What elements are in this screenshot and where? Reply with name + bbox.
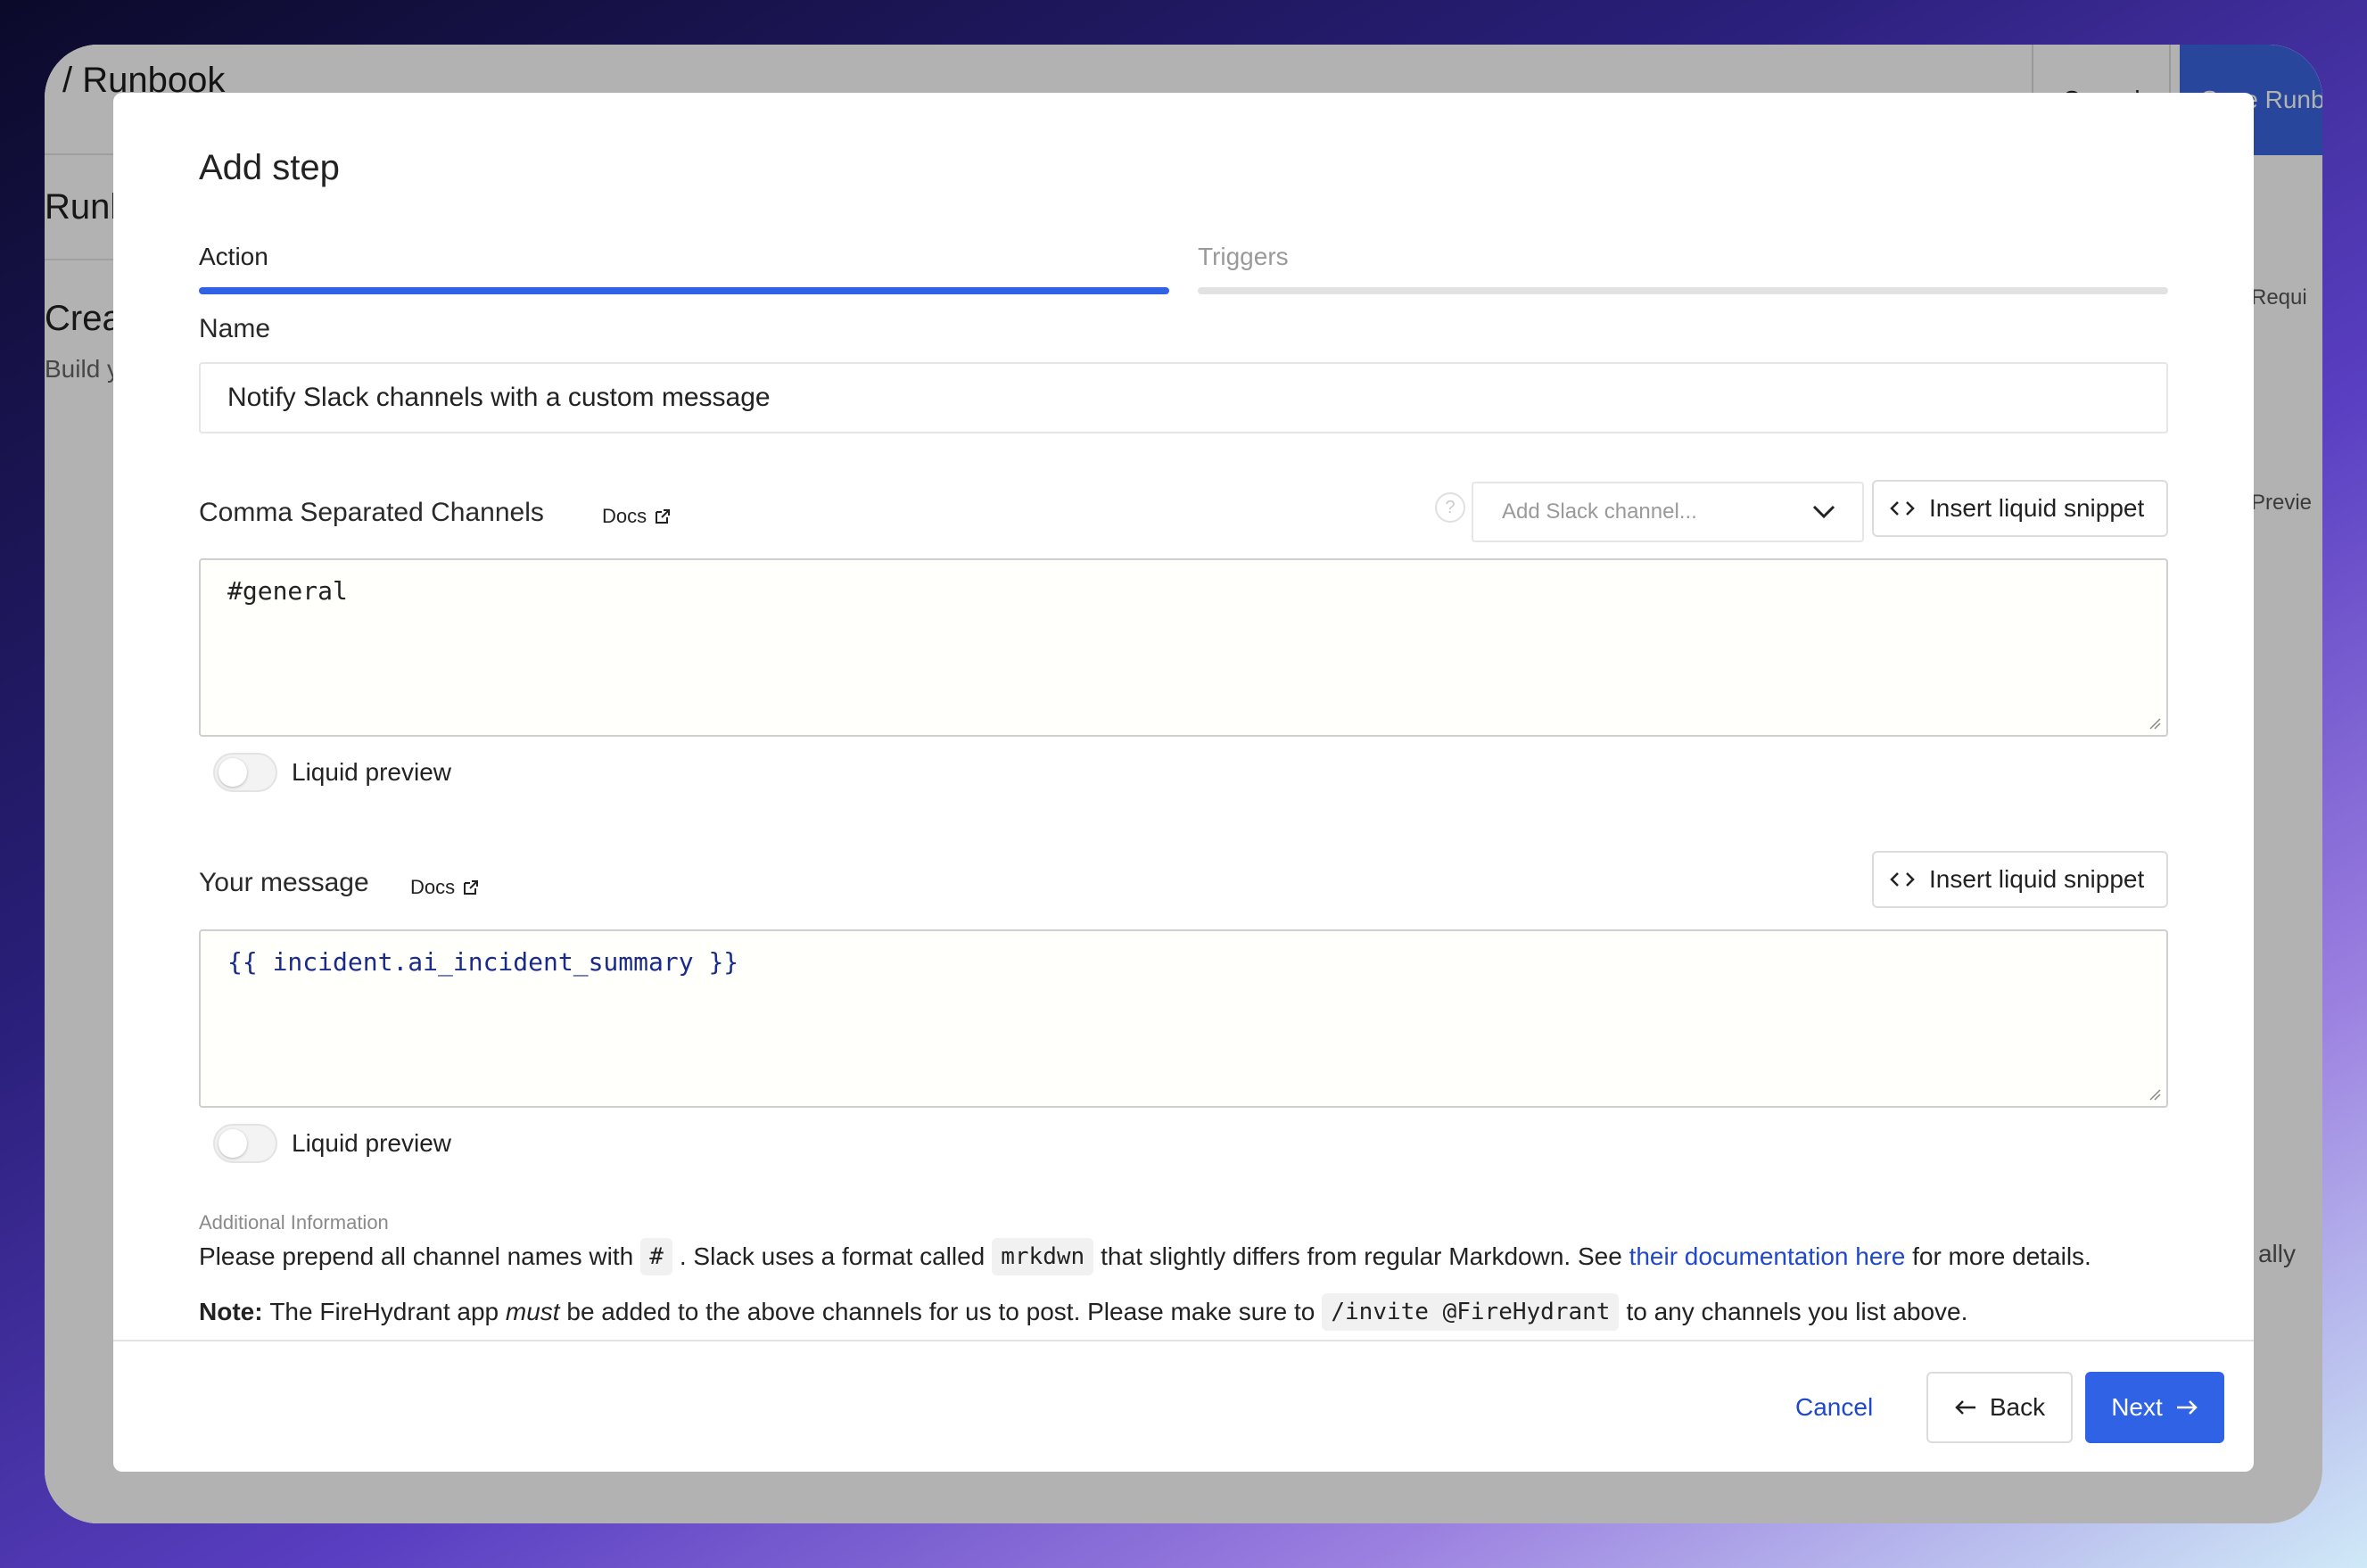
tab-action[interactable]: Action xyxy=(199,243,268,271)
name-label: Name xyxy=(199,314,271,343)
name-input[interactable]: Notify Slack channels with a custom mess… xyxy=(199,362,2168,433)
channels-label: Comma Separated Channels xyxy=(199,498,544,527)
note-text: be added to the above channels for us to… xyxy=(566,1298,1315,1325)
resize-grip-icon[interactable] xyxy=(2148,717,2161,730)
mrkdwn-code-chip: mrkdwn xyxy=(992,1238,1094,1275)
tab-triggers-indicator xyxy=(1198,287,2168,294)
next-button[interactable]: Next xyxy=(2085,1372,2224,1443)
slack-channel-select[interactable]: Add Slack channel... xyxy=(1472,482,1864,542)
channels-docs-link[interactable]: Docs xyxy=(602,505,672,528)
insert-liquid-snippet-button[interactable]: Insert liquid snippet xyxy=(1872,851,2168,908)
note-text: to any channels you list above. xyxy=(1626,1298,1968,1325)
info-text: that slightly differs from regular Markd… xyxy=(1101,1242,1622,1270)
additional-information-heading: Additional Information xyxy=(199,1211,389,1234)
note-text: The FireHydrant app xyxy=(269,1298,499,1325)
channels-liquid-preview-toggle[interactable] xyxy=(213,753,277,792)
message-docs-link[interactable]: Docs xyxy=(410,876,480,899)
add-step-modal: Add step Action Triggers Name Notify Sla… xyxy=(113,93,2254,1472)
snippet-button-label: Insert liquid snippet xyxy=(1929,865,2145,893)
message-label: Your message xyxy=(199,868,369,897)
resize-grip-icon[interactable] xyxy=(2148,1088,2161,1101)
footer-divider xyxy=(113,1340,2254,1341)
slack-docs-link[interactable]: their documentation here xyxy=(1629,1242,1906,1271)
docs-label: Docs xyxy=(602,505,647,527)
slack-channel-placeholder: Add Slack channel... xyxy=(1502,499,1697,524)
message-value: {{ incident.ai_incident_summary }} xyxy=(227,947,739,977)
external-link-icon xyxy=(464,880,479,895)
hash-code-chip: # xyxy=(640,1238,672,1275)
message-textarea[interactable]: {{ incident.ai_incident_summary }} xyxy=(199,929,2168,1108)
channels-textarea[interactable]: #general xyxy=(199,558,2168,737)
channels-liquid-preview-label: Liquid preview xyxy=(292,758,451,786)
info-text: . Slack uses a format called xyxy=(679,1242,986,1270)
note-emphasis: must xyxy=(505,1298,560,1325)
modal-title: Add step xyxy=(199,148,340,187)
code-icon xyxy=(1890,501,1915,516)
message-liquid-preview-toggle[interactable] xyxy=(213,1124,277,1163)
channels-value: #general xyxy=(227,576,348,606)
next-label: Next xyxy=(2111,1393,2163,1421)
code-icon xyxy=(1890,872,1915,887)
channel-prefix-info: Please prepend all channel names with # … xyxy=(199,1238,2091,1275)
message-liquid-preview-label: Liquid preview xyxy=(292,1129,451,1157)
note-label: Note: xyxy=(199,1298,263,1325)
help-icon[interactable]: ? xyxy=(1435,492,1465,523)
toggle-knob xyxy=(219,758,247,787)
info-text: for more details. xyxy=(1912,1242,2091,1270)
docs-label: Docs xyxy=(410,876,456,898)
toggle-knob xyxy=(219,1129,247,1158)
snippet-button-label: Insert liquid snippet xyxy=(1929,494,2145,522)
chevron-down-icon xyxy=(1812,505,1835,519)
tab-action-indicator xyxy=(199,287,1169,294)
tab-triggers[interactable]: Triggers xyxy=(1198,243,1289,271)
info-text: Please prepend all channel names with xyxy=(199,1242,634,1270)
arrow-right-icon xyxy=(2176,1400,2198,1415)
cancel-button[interactable]: Cancel xyxy=(1795,1372,1873,1443)
back-button[interactable]: Back xyxy=(1926,1372,2073,1443)
insert-liquid-snippet-button[interactable]: Insert liquid snippet xyxy=(1872,480,2168,537)
arrow-left-icon xyxy=(1955,1400,1975,1415)
firehydrant-note: Note: The FireHydrant app must be added … xyxy=(199,1293,1967,1331)
invite-code-chip: /invite @FireHydrant xyxy=(1322,1293,1620,1331)
external-link-icon xyxy=(656,509,671,524)
back-label: Back xyxy=(1989,1393,2046,1421)
